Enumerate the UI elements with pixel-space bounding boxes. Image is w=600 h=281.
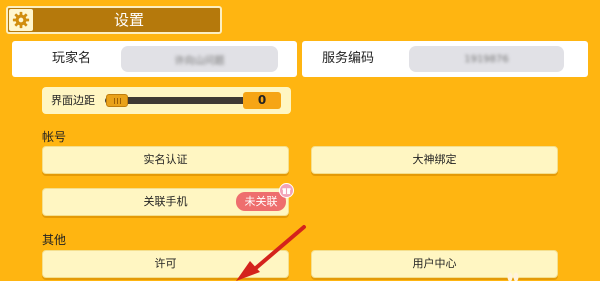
service-code-card: 服务编码 1919876 <box>302 41 588 77</box>
player-name-value: 许向山问题 <box>121 46 278 72</box>
interface-margin-value: 0 <box>243 92 281 109</box>
dashen-bind-button[interactable]: 大神绑定 <box>311 146 558 174</box>
player-name-label: 玩家名 <box>52 51 92 66</box>
interface-margin-panel: 界面边距 0 <box>42 87 291 114</box>
bunny-ears-icon <box>507 272 519 281</box>
player-name-card: 玩家名 许向山问题 <box>12 41 297 77</box>
user-center-button[interactable]: 用户中心 <box>311 250 558 278</box>
interface-margin-slider-handle[interactable] <box>106 94 128 107</box>
page-title: 设置 <box>113 11 144 29</box>
service-code-value: 1919876 <box>409 46 564 72</box>
account-section-label: 帐号 <box>42 130 67 144</box>
red-arrow-annotation-icon <box>236 225 306 281</box>
player-name-text: 许向山问题 <box>174 55 225 67</box>
gift-icon <box>279 183 294 198</box>
phone-status-badge: 未关联 <box>236 192 286 211</box>
realname-auth-button[interactable]: 实名认证 <box>42 146 289 174</box>
service-code-label: 服务编码 <box>322 51 375 66</box>
other-section-label: 其他 <box>42 233 67 247</box>
service-code-text: 1919876 <box>464 53 509 65</box>
gear-icon[interactable] <box>9 9 33 31</box>
settings-title-bar: 设置 <box>6 6 222 34</box>
interface-margin-label: 界面边距 <box>51 94 95 107</box>
